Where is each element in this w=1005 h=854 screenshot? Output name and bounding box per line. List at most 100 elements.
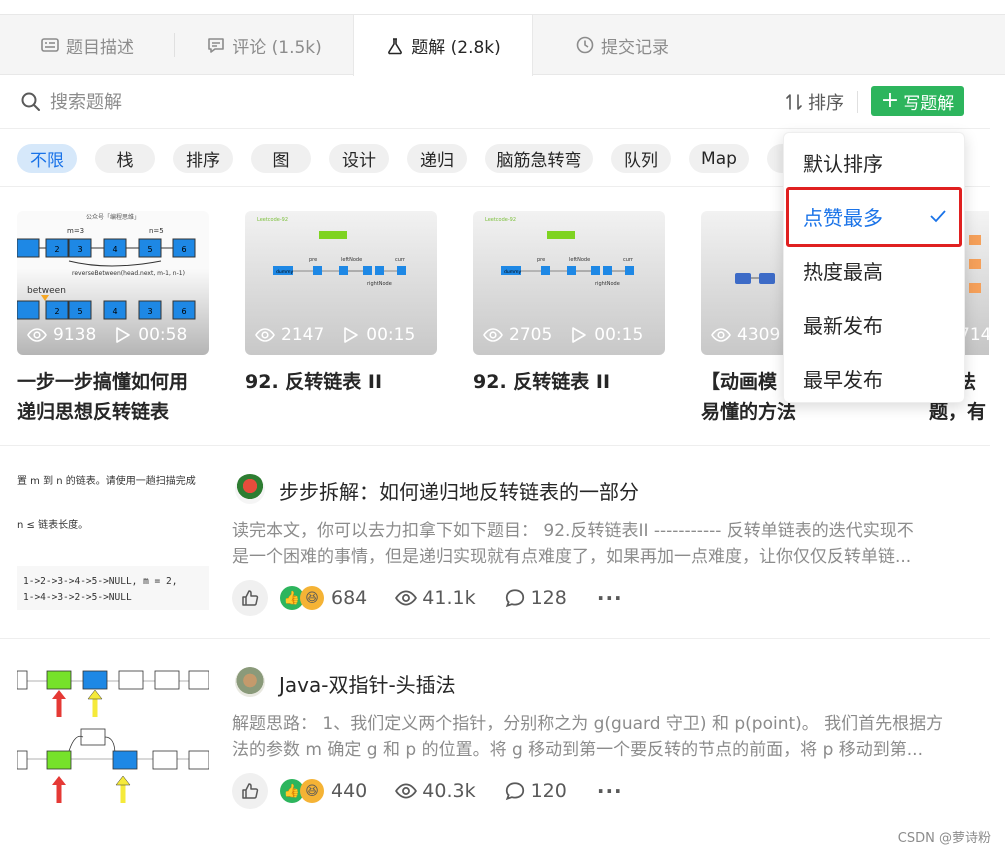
linked-list-diagram bbox=[17, 670, 209, 803]
thumb-right-label: rightNode bbox=[595, 281, 620, 287]
flask-icon bbox=[388, 37, 403, 54]
article-thumbnail[interactable] bbox=[17, 661, 209, 805]
sort-option-hottest[interactable]: 热度最高 bbox=[784, 243, 966, 297]
video-card[interactable]: 公众号「编程思维」 m=3 n=5 2 3 4 5 6 reverseBetwe… bbox=[17, 211, 209, 427]
view-count: 9138 bbox=[53, 325, 97, 345]
search-icon bbox=[21, 92, 40, 111]
eye-icon bbox=[395, 590, 418, 606]
comment-stat[interactable]: 128 bbox=[504, 587, 567, 609]
option-label: 最新发布 bbox=[803, 313, 883, 338]
more-options-icon[interactable]: ··· bbox=[597, 588, 623, 608]
video-card[interactable]: Leetcode-92 pre leftNode curr dummy righ… bbox=[245, 211, 437, 397]
solution-article[interactable]: 置 m 到 n 的链表。请使用一趟扫描完成 n ≤ 链表长度。 1->2->3-… bbox=[0, 445, 990, 638]
tag-label: 排序 bbox=[186, 151, 220, 171]
sort-option-oldest[interactable]: 最早发布 bbox=[784, 351, 966, 405]
video-title[interactable]: 一步一步搞懂如何用 递归思想反转链表 bbox=[17, 367, 209, 427]
play-icon bbox=[344, 327, 359, 343]
thumb-pre-label: pre bbox=[309, 257, 317, 263]
article-title[interactable]: Java-双指针-头插法 bbox=[279, 669, 456, 698]
thumb-caption: Leetcode-92 bbox=[257, 217, 288, 223]
thumbs-up-icon bbox=[242, 783, 259, 799]
laugh-reaction-icon: 😆 bbox=[300, 779, 324, 803]
video-thumbnail[interactable]: Leetcode-92 pre leftNode curr dummy righ… bbox=[245, 211, 437, 355]
tab-solutions[interactable]: 题解 (2.8k) bbox=[353, 15, 533, 76]
description-icon bbox=[41, 38, 59, 52]
solution-article[interactable]: Java-双指针-头插法 解题思路： 1、我们定义两个指针，分别称之为 g(gu… bbox=[0, 638, 990, 831]
reaction-icons[interactable]: 👍 😆 bbox=[280, 586, 324, 610]
thumb-dummy-label: dummy bbox=[276, 269, 293, 275]
tag-design[interactable]: 设计 bbox=[329, 144, 389, 173]
thumbs-up-icon bbox=[242, 590, 259, 606]
eye-icon bbox=[27, 328, 47, 342]
tab-label: 提交记录 bbox=[601, 37, 669, 58]
code-line: 1->2->3->4->5->NULL, m = 2, bbox=[23, 576, 178, 587]
like-button[interactable] bbox=[232, 773, 268, 809]
avatar[interactable] bbox=[235, 474, 265, 504]
tag-label: 队列 bbox=[624, 151, 658, 171]
tag-stack[interactable]: 栈 bbox=[95, 144, 155, 173]
eye-icon bbox=[395, 783, 418, 799]
summary-line: 读完本文，你可以去力扣拿下如下题目： 92.反转链表II -----------… bbox=[232, 521, 914, 541]
svg-text:3: 3 bbox=[147, 307, 152, 316]
tab-label: 题解 (2.8k) bbox=[411, 38, 501, 58]
tag-map[interactable]: Map bbox=[689, 144, 749, 173]
laugh-reaction-icon: 😆 bbox=[300, 586, 324, 610]
thumb-text: 置 m 到 n 的链表。请使用一趟扫描完成 bbox=[17, 476, 196, 487]
tab-comments[interactable]: 评论 (1.5k) bbox=[175, 15, 353, 75]
svg-text:6: 6 bbox=[181, 307, 186, 316]
eye-icon bbox=[711, 328, 731, 342]
svg-text:4: 4 bbox=[112, 307, 117, 316]
reaction-icons[interactable]: 👍 😆 bbox=[280, 779, 324, 803]
tab-bar: 题目描述 评论 (1.5k) 题解 (2.8k) 提交记录 bbox=[0, 14, 1005, 76]
toolbar-divider bbox=[857, 91, 858, 113]
more-options-icon[interactable]: ··· bbox=[597, 781, 623, 801]
eye-icon bbox=[483, 328, 503, 342]
option-label: 点赞最多 bbox=[803, 205, 883, 230]
tag-graph[interactable]: 图 bbox=[251, 144, 311, 173]
solutions-page: 题目描述 评论 (1.5k) 题解 (2.8k) 提交记录 排序 + 写题解 bbox=[0, 0, 1005, 854]
avatar[interactable] bbox=[235, 667, 265, 697]
thumb-function-label: reverseBetween(head.next, m-1, n-1) bbox=[72, 270, 185, 277]
thumb-left-label: leftNode bbox=[341, 257, 362, 263]
like-button[interactable] bbox=[232, 580, 268, 616]
play-icon bbox=[116, 327, 131, 343]
article-actions: 👍 😆 684 41.1k 128 ··· bbox=[232, 580, 623, 616]
tag-label: 脑筋急转弯 bbox=[496, 151, 582, 171]
sort-button[interactable]: 排序 bbox=[784, 88, 844, 116]
tag-label: 不限 bbox=[30, 151, 64, 171]
video-stats: 9138 00:58 bbox=[27, 325, 187, 345]
sort-option-newest[interactable]: 最新发布 bbox=[784, 297, 966, 351]
video-title[interactable]: 92. 反转链表 II bbox=[473, 367, 665, 397]
comment-stat[interactable]: 120 bbox=[504, 780, 567, 802]
tag-brainteaser[interactable]: 脑筋急转弯 bbox=[485, 144, 593, 173]
tab-submissions[interactable]: 提交记录 bbox=[533, 15, 711, 75]
thumb-code-block: 1->2->3->4->5->NULL, m = 2, 1->4->3->2->… bbox=[17, 566, 209, 610]
comment-count: 120 bbox=[530, 780, 567, 802]
view-count: 2705 bbox=[509, 325, 553, 345]
comment-icon bbox=[208, 38, 225, 53]
write-solution-button[interactable]: + 写题解 bbox=[871, 86, 964, 116]
search-input[interactable] bbox=[50, 87, 450, 117]
tag-recursion[interactable]: 递归 bbox=[407, 144, 467, 173]
thumb-caption: 公众号「编程思维」 bbox=[86, 213, 140, 221]
video-title[interactable]: 92. 反转链表 II bbox=[245, 367, 437, 397]
tag-queue[interactable]: 队列 bbox=[611, 144, 671, 173]
video-thumbnail[interactable]: 公众号「编程思维」 m=3 n=5 2 3 4 5 6 reverseBetwe… bbox=[17, 211, 209, 355]
tab-label: 题目描述 bbox=[66, 37, 134, 58]
tag-label: Map bbox=[701, 148, 737, 169]
video-card[interactable]: Leetcode-92 pre leftNode curr dummy righ… bbox=[473, 211, 665, 397]
video-thumbnail[interactable]: Leetcode-92 pre leftNode curr dummy righ… bbox=[473, 211, 665, 355]
watermark: CSDN @萝诗粉 bbox=[897, 831, 991, 846]
sort-option-most-liked[interactable]: 点赞最多 bbox=[784, 189, 966, 243]
tab-description[interactable]: 题目描述 bbox=[0, 15, 174, 75]
article-thumbnail[interactable]: 置 m 到 n 的链表。请使用一趟扫描完成 n ≤ 链表长度。 1->2->3-… bbox=[17, 468, 209, 612]
article-title[interactable]: 步步拆解：如何递归地反转链表的一部分 bbox=[279, 476, 639, 505]
video-duration: 00:15 bbox=[594, 325, 644, 345]
tag-label: 设计 bbox=[342, 151, 376, 171]
comment-icon bbox=[505, 589, 524, 608]
svg-text:4: 4 bbox=[112, 245, 117, 254]
tag-sort[interactable]: 排序 bbox=[173, 144, 233, 173]
sort-option-default[interactable]: 默认排序 bbox=[784, 135, 966, 189]
tag-all[interactable]: 不限 bbox=[17, 144, 77, 173]
article-summary: 解题思路： 1、我们定义两个指针，分别称之为 g(guard 守卫) 和 p(p… bbox=[232, 711, 962, 763]
